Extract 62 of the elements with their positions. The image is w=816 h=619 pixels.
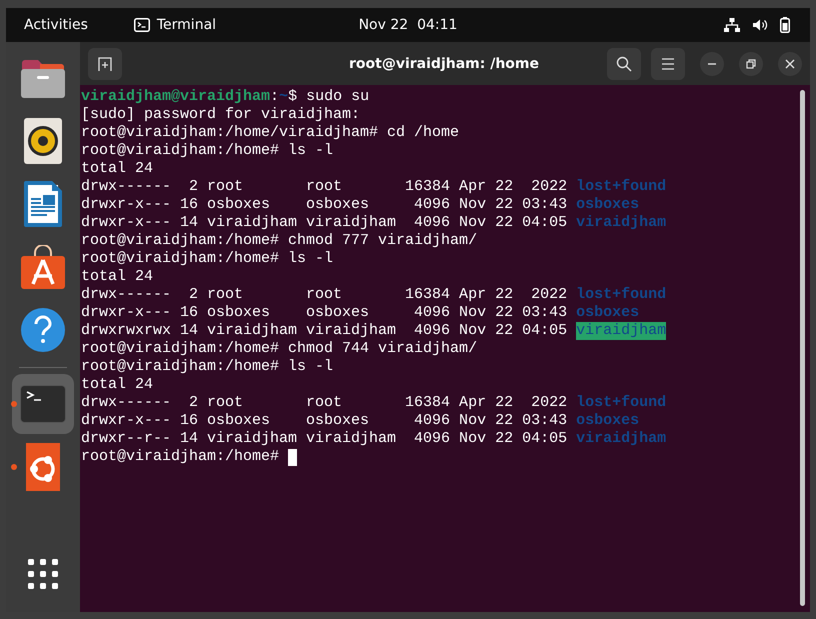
terminal-text: root@viraidjham:/home# chmod 744 viraidjham/ (81, 340, 478, 358)
directory-name: lost+found (576, 286, 666, 304)
terminal-text: root@viraidjham:/home# (81, 448, 280, 466)
terminal-text: drwxr-x--- 14 viraidjham viraidjham 4096 Nov 22 04:05 (81, 214, 568, 232)
directory-name: viraidjham (576, 214, 666, 232)
terminal-text: root@viraidjham:/home# chmod 777 viraidjham/ (81, 232, 478, 250)
directory-name: viraidjham (576, 322, 666, 340)
restore-icon (746, 58, 756, 68)
network-icon[interactable] (724, 18, 740, 32)
speaker-icon (24, 118, 62, 164)
volume-icon[interactable] (752, 18, 768, 32)
directory-name: lost+found (576, 394, 666, 412)
directory-name: viraidjham (576, 430, 666, 448)
terminal-text: [sudo] password for viraidjham: (81, 106, 360, 124)
minimize-button[interactable] (700, 52, 724, 76)
new-tab-button[interactable] (88, 48, 122, 80)
terminal-text: drwx------ 2 root root 16384 Apr 22 2022 (81, 286, 568, 304)
menu-icon (661, 58, 675, 70)
battery-icon[interactable] (780, 17, 790, 33)
terminal-text: : (270, 88, 280, 106)
directory-name: osboxes (576, 196, 640, 214)
terminal-text: drwxr-x--- 16 osboxes osboxes 4096 Nov 22 03:43 (81, 304, 568, 322)
minimize-icon (707, 62, 717, 64)
clock[interactable]: Nov 22 04:11 (358, 17, 458, 33)
terminal-text: drwx------ 2 root root 16384 Apr 22 2022 (81, 394, 568, 412)
scrollbar[interactable] (800, 90, 805, 606)
help-icon (20, 307, 66, 353)
terminal-text: root@viraidjham:/home# ls -l (81, 142, 334, 160)
search-button[interactable] (607, 48, 641, 80)
prompt-path-text: ~ (279, 88, 288, 106)
terminal-text: total 24 (81, 160, 154, 178)
prompt-user-text: viraidjham@viraidjham (81, 88, 270, 106)
terminal-text: drwx------ 2 root root 16384 Apr 22 2022 (81, 178, 568, 196)
ubuntu-logo-icon (26, 443, 60, 491)
terminal-text: drwxrwxrwx 14 viraidjham viraidjham 4096 Nov 22 04:05 (81, 322, 568, 340)
close-icon (785, 58, 795, 68)
terminal-text: drwxr-x--- 16 osboxes osboxes 4096 Nov 22 03:43 (81, 412, 568, 430)
search-icon (616, 56, 632, 72)
activities-button[interactable]: Activities (24, 17, 88, 33)
close-button[interactable] (778, 52, 802, 76)
terminal-text: drwxr--r-- 14 viraidjham viraidjham 4096 Nov 22 04:05 (81, 430, 568, 448)
document-icon (24, 181, 62, 227)
directory-name: osboxes (576, 304, 640, 322)
terminal-icon (20, 385, 66, 423)
terminal-text: drwxr-x--- 16 osboxes osboxes 4096 Nov 22 03:43 (81, 196, 568, 214)
terminal-text: root@viraidjham:/home/viraidjham# cd /home (81, 124, 460, 142)
terminal-text: $ sudo su (288, 88, 370, 106)
directory-name: lost+found (576, 178, 666, 196)
app-grid-icon (28, 559, 58, 589)
terminal-icon (134, 18, 150, 32)
new-tab-icon (97, 56, 113, 70)
directory-name: osboxes (576, 412, 640, 430)
folder-icon (20, 57, 66, 99)
terminal-text: root@viraidjham:/home# ls -l (81, 250, 334, 268)
app-menu[interactable]: Terminal (134, 17, 216, 33)
terminal-text: total 24 (81, 376, 154, 394)
shopping-bag-icon (20, 245, 66, 289)
terminal-text: root@viraidjham:/home# ls -l (81, 358, 334, 376)
terminal-text: total 24 (81, 268, 154, 286)
menu-button[interactable] (651, 48, 685, 80)
restore-button[interactable] (739, 52, 763, 76)
window-title: root@viraidjham: /home (349, 56, 539, 72)
